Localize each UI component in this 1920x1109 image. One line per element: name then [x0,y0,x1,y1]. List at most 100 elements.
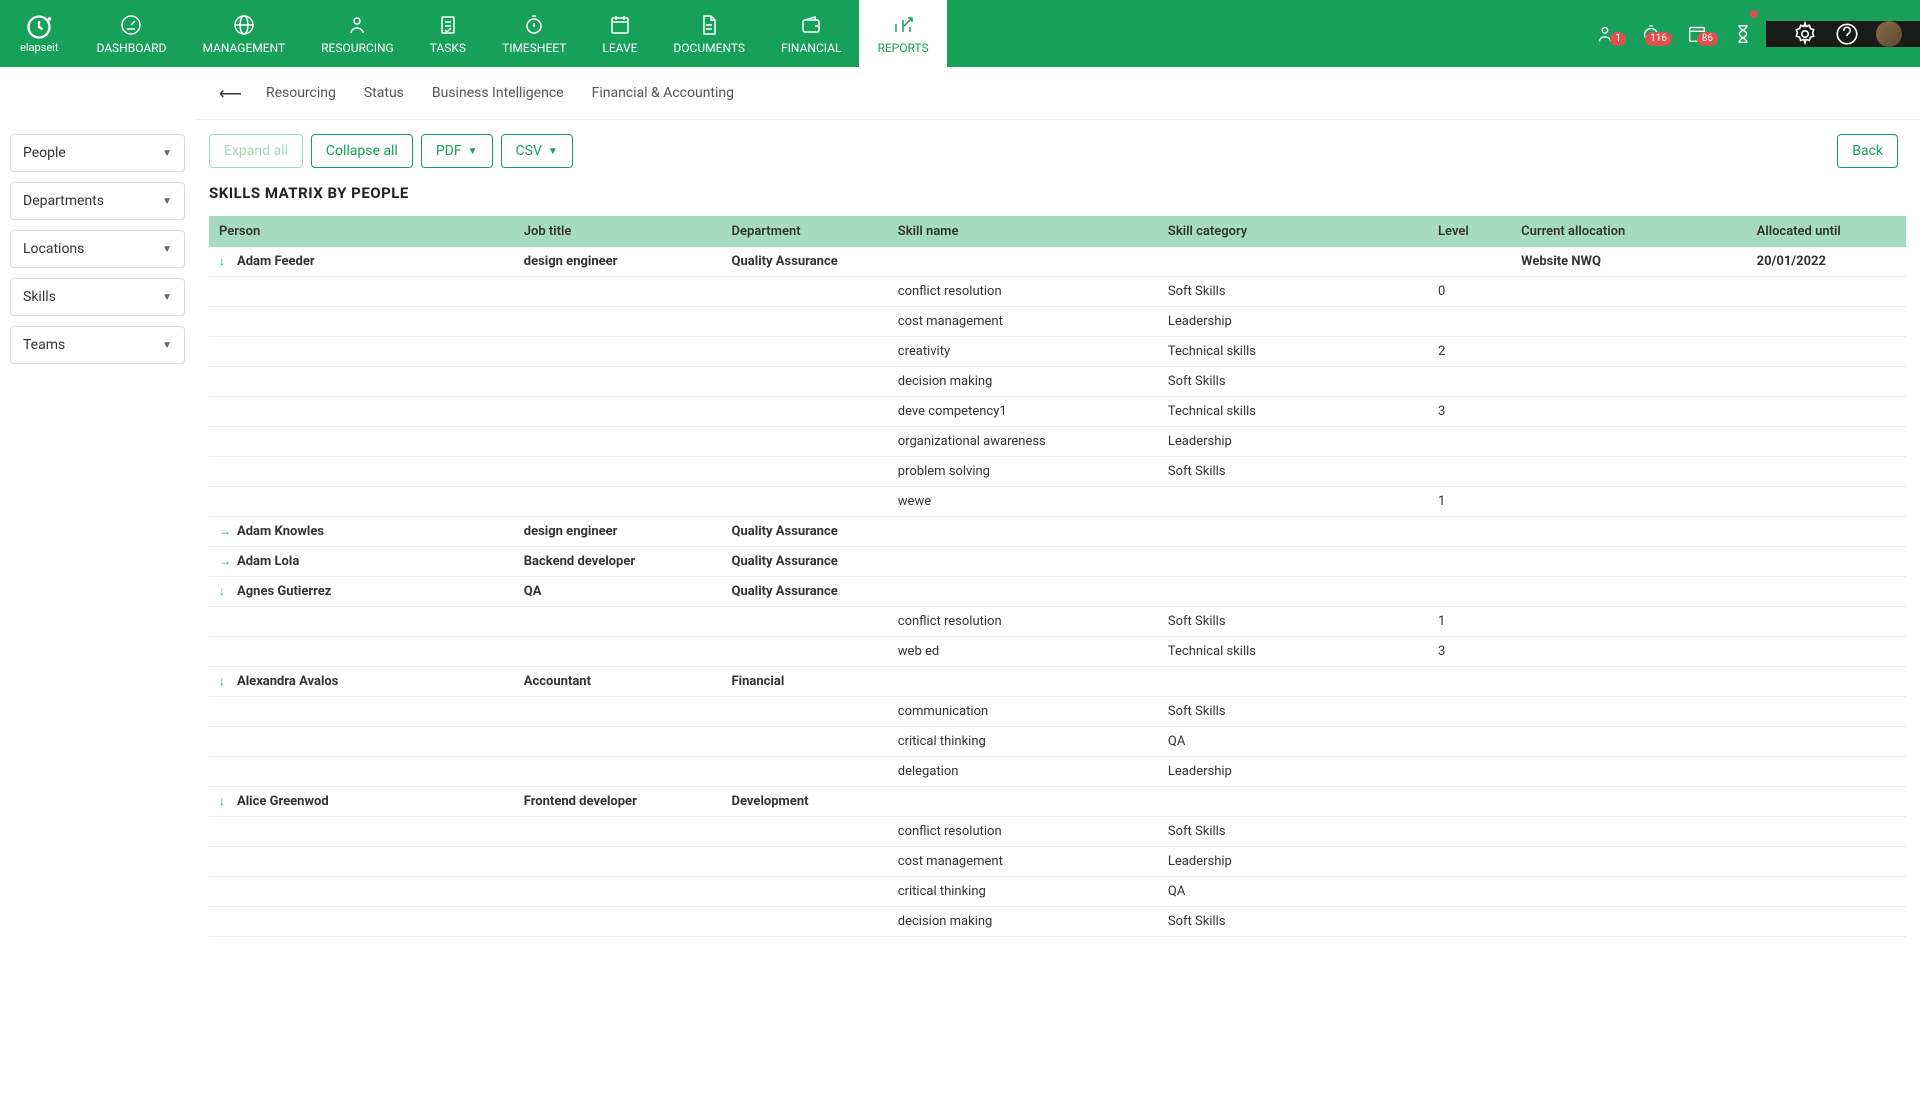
expand-all-button[interactable]: Expand all [209,134,303,168]
clock-notif[interactable]: 116 [1628,0,1674,67]
topbar: elapseit DASHBOARD MANAGEMENT RESOURCING… [0,0,1920,67]
skill-level [1428,367,1511,397]
gear-icon [1792,21,1818,47]
avatar[interactable] [1876,21,1902,47]
skill-level [1428,817,1511,847]
skill-level: 3 [1428,637,1511,667]
skill-category: Soft Skills [1158,817,1428,847]
subtab-bi[interactable]: Business Intelligence [418,77,578,109]
calendar-icon [608,13,632,37]
allocated-until [1747,667,1906,697]
skill-name: critical thinking [888,727,1158,757]
subtab-status[interactable]: Status [350,77,418,109]
nav-tasks[interactable]: TASKS [412,0,484,67]
table-row: ↓Alexandra AvalosAccountantFinancial [209,667,1906,697]
filter-skills[interactable]: Skills▼ [10,278,185,316]
job-title: design engineer [514,247,722,277]
skill-name: critical thinking [888,877,1158,907]
logo-text: elapseit [20,41,58,54]
filter-locations[interactable]: Locations▼ [10,230,185,268]
skill-level [1428,847,1511,877]
table-row: decision makingSoft Skills [209,907,1906,937]
subtab-finance[interactable]: Financial & Accounting [578,77,748,109]
expand-icon[interactable]: ↓ [219,674,233,688]
person-name: Adam Lola [237,554,299,569]
help-button[interactable] [1834,21,1860,47]
skill-name: decision making [888,907,1158,937]
calendar-notif[interactable]: 86 [1674,0,1720,67]
nav-label: LEAVE [602,41,637,55]
table-row: web edTechnical skills3 [209,637,1906,667]
skill-category: Soft Skills [1158,907,1428,937]
caret-down-icon: ▼ [468,146,478,157]
layout: People▼ Departments▼ Locations▼ Skills▼ … [0,120,1920,957]
skill-level [1428,427,1511,457]
allocation [1511,547,1747,577]
main-nav: DASHBOARD MANAGEMENT RESOURCING TASKS TI… [78,0,1582,67]
skill-category: Leadership [1158,757,1428,787]
job-title: design engineer [514,517,722,547]
settings-button[interactable] [1792,21,1818,47]
skill-level [1428,727,1511,757]
skill-category: Technical skills [1158,397,1428,427]
department: Quality Assurance [722,517,888,547]
caret-down-icon: ▼ [548,146,558,157]
badge-dot [1750,10,1758,18]
back-button[interactable]: Back [1837,134,1898,168]
sidebar-collapse-arrow[interactable]: ⟵ [219,84,242,103]
nav-label: TIMESHEET [502,41,566,55]
nav-documents[interactable]: DOCUMENTS [655,0,763,67]
skill-category: Soft Skills [1158,367,1428,397]
subtab-resourcing[interactable]: Resourcing [252,77,350,109]
expand-icon[interactable]: ↓ [219,794,233,808]
nav-dashboard[interactable]: DASHBOARD [78,0,184,67]
nav-financial[interactable]: FINANCIAL [763,0,859,67]
pdf-button[interactable]: PDF▼ [421,134,493,168]
expand-icon[interactable]: ↓ [219,254,233,268]
col-job[interactable]: Job title [514,216,722,247]
skill-name: wewe [888,487,1158,517]
hourglass-icon [1732,23,1754,45]
hourglass-notif[interactable] [1720,0,1766,67]
nav-leave[interactable]: LEAVE [584,0,655,67]
filter-departments[interactable]: Departments▼ [10,182,185,220]
skill-level: 3 [1428,397,1511,427]
skill-name: creativity [888,337,1158,367]
nav-label: RESOURCING [321,41,394,55]
caret-down-icon: ▼ [162,244,172,255]
col-level[interactable]: Level [1428,216,1511,247]
col-skill[interactable]: Skill name [888,216,1158,247]
col-category[interactable]: Skill category [1158,216,1428,247]
nav-management[interactable]: MANAGEMENT [184,0,303,67]
nav-reports[interactable]: REPORTS [859,0,946,67]
subheader: ⟵ Resourcing Status Business Intelligenc… [195,67,1920,120]
col-until[interactable]: Allocated until [1747,216,1906,247]
collapse-all-button[interactable]: Collapse all [311,134,413,168]
skill-name: problem solving [888,457,1158,487]
col-allocation[interactable]: Current allocation [1511,216,1747,247]
filter-teams[interactable]: Teams▼ [10,326,185,364]
skill-category: QA [1158,727,1428,757]
department: Financial [722,667,888,697]
people-notif[interactable]: 1 [1582,0,1628,67]
expand-icon[interactable]: → [219,524,233,538]
department: Quality Assurance [722,547,888,577]
expand-icon[interactable]: → [219,554,233,568]
nav-timesheet[interactable]: TIMESHEET [484,0,584,67]
logo-icon [25,13,53,41]
job-title: Frontend developer [514,787,722,817]
table-row: cost managementLeadership [209,307,1906,337]
allocated-until: 20/01/2022 [1747,247,1906,277]
logo[interactable]: elapseit [0,0,78,67]
nav-resourcing[interactable]: RESOURCING [303,0,412,67]
caret-down-icon: ▼ [162,340,172,351]
table-header-row: Person Job title Department Skill name S… [209,216,1906,247]
expand-icon[interactable]: ↓ [219,584,233,598]
skill-name: conflict resolution [888,607,1158,637]
col-dept[interactable]: Department [722,216,888,247]
person-name: Agnes Gutierrez [237,584,331,599]
col-person[interactable]: Person [209,216,514,247]
skill-level: 1 [1428,487,1511,517]
filter-people[interactable]: People▼ [10,134,185,172]
csv-button[interactable]: CSV▼ [501,134,573,168]
